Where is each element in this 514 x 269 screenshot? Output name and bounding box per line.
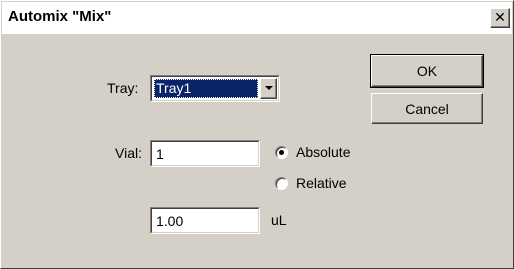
volume-field[interactable]: [150, 207, 260, 234]
cancel-button[interactable]: Cancel: [371, 93, 483, 124]
close-icon: ✕: [494, 9, 506, 26]
chevron-down-icon[interactable]: [260, 78, 277, 99]
dialog-title: Automix "Mix": [8, 8, 112, 25]
vial-label: Vial:: [115, 145, 142, 161]
radio-absolute-indicator[interactable]: [275, 145, 288, 159]
radio-relative-label: Relative: [296, 175, 347, 191]
radio-absolute-label: Absolute: [296, 144, 351, 160]
tray-selected-value: Tray1: [154, 79, 258, 98]
volume-unit: uL: [271, 212, 287, 228]
title-bar[interactable]: Automix "Mix" ✕: [2, 2, 512, 34]
radio-absolute[interactable]: Absolute: [275, 144, 350, 160]
volume-input[interactable]: [153, 210, 257, 231]
ok-button[interactable]: OK: [370, 54, 484, 88]
vial-input[interactable]: [153, 143, 257, 164]
radio-relative[interactable]: Relative: [275, 175, 347, 191]
tray-label: Tray:: [107, 80, 139, 96]
vial-field[interactable]: [150, 140, 260, 167]
radio-relative-indicator[interactable]: [275, 176, 288, 190]
close-button[interactable]: ✕: [490, 8, 510, 28]
tray-select[interactable]: Tray1: [150, 75, 280, 102]
automix-dialog: Automix "Mix" ✕ Tray: Tray1 Vial: Absolu…: [0, 0, 514, 269]
